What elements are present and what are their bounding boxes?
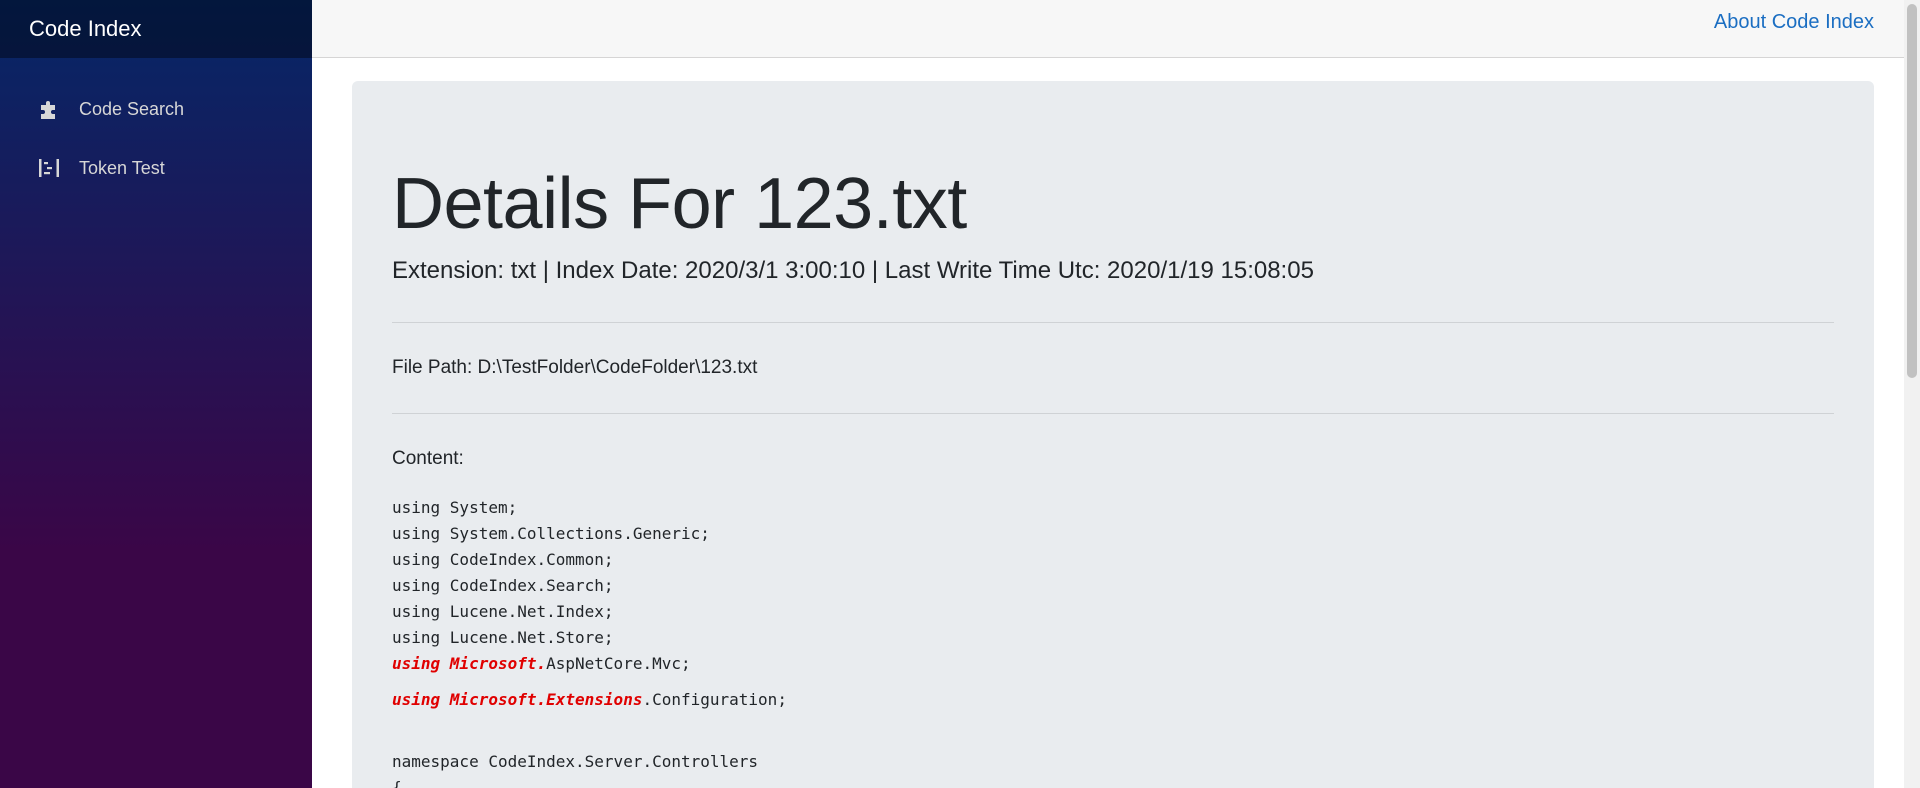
file-meta: Extension: txt | Index Date: 2020/3/1 3:… — [392, 257, 1314, 284]
sidebar-item-code-search[interactable]: Code Search — [37, 89, 184, 129]
app-root: Code Index Code Search Token Test About … — [0, 0, 1920, 788]
code-line: namespace CodeIndex.Server.Controllers — [392, 752, 759, 771]
code-line: using Lucene.Net.Index; — [392, 602, 614, 621]
code-text: AspNetCore.Mvc; — [546, 654, 691, 673]
sidebar-item-token-test[interactable]: Token Test — [37, 148, 165, 188]
code-text: .Configuration; — [642, 690, 787, 709]
sidebar: Code Index Code Search Token Test — [0, 0, 312, 788]
details-panel: Details For 123.txt Extension: txt | Ind… — [352, 81, 1874, 788]
search-highlight: using Microsoft.Extensions — [392, 690, 643, 709]
sidebar-item-label: Token Test — [79, 157, 165, 178]
scrollbar-thumb[interactable] — [1907, 4, 1917, 378]
code-line-highlighted: using Microsoft.AspNetCore.Mvc; — [392, 651, 787, 677]
file-path: File Path: D:\TestFolder\CodeFolder\123.… — [392, 357, 758, 378]
puzzle-icon — [37, 97, 61, 121]
about-link[interactable]: About Code Index — [1714, 11, 1874, 34]
code-line: using System.Collections.Generic; — [392, 524, 710, 543]
code-line-highlighted: using Microsoft.Extensions.Configuration… — [392, 687, 787, 713]
divider — [392, 413, 1834, 414]
sidebar-item-label: Code Search — [79, 98, 185, 119]
page-title: Details For 123.txt — [392, 164, 967, 244]
code-line: using System; — [392, 498, 518, 517]
code-line: { — [392, 778, 402, 788]
code-content: using System; using System.Collections.G… — [392, 495, 787, 788]
content-label: Content: — [392, 448, 464, 469]
divider — [392, 322, 1834, 323]
token-icon — [37, 156, 61, 180]
code-line: using Lucene.Net.Store; — [392, 628, 614, 647]
code-line: using CodeIndex.Search; — [392, 576, 614, 595]
code-line: using CodeIndex.Common; — [392, 550, 614, 569]
search-highlight: using Microsoft. — [392, 654, 547, 673]
top-bar: About Code Index — [312, 0, 1904, 58]
brand-title[interactable]: Code Index — [0, 0, 312, 58]
page-scrollbar[interactable] — [1904, 0, 1920, 788]
